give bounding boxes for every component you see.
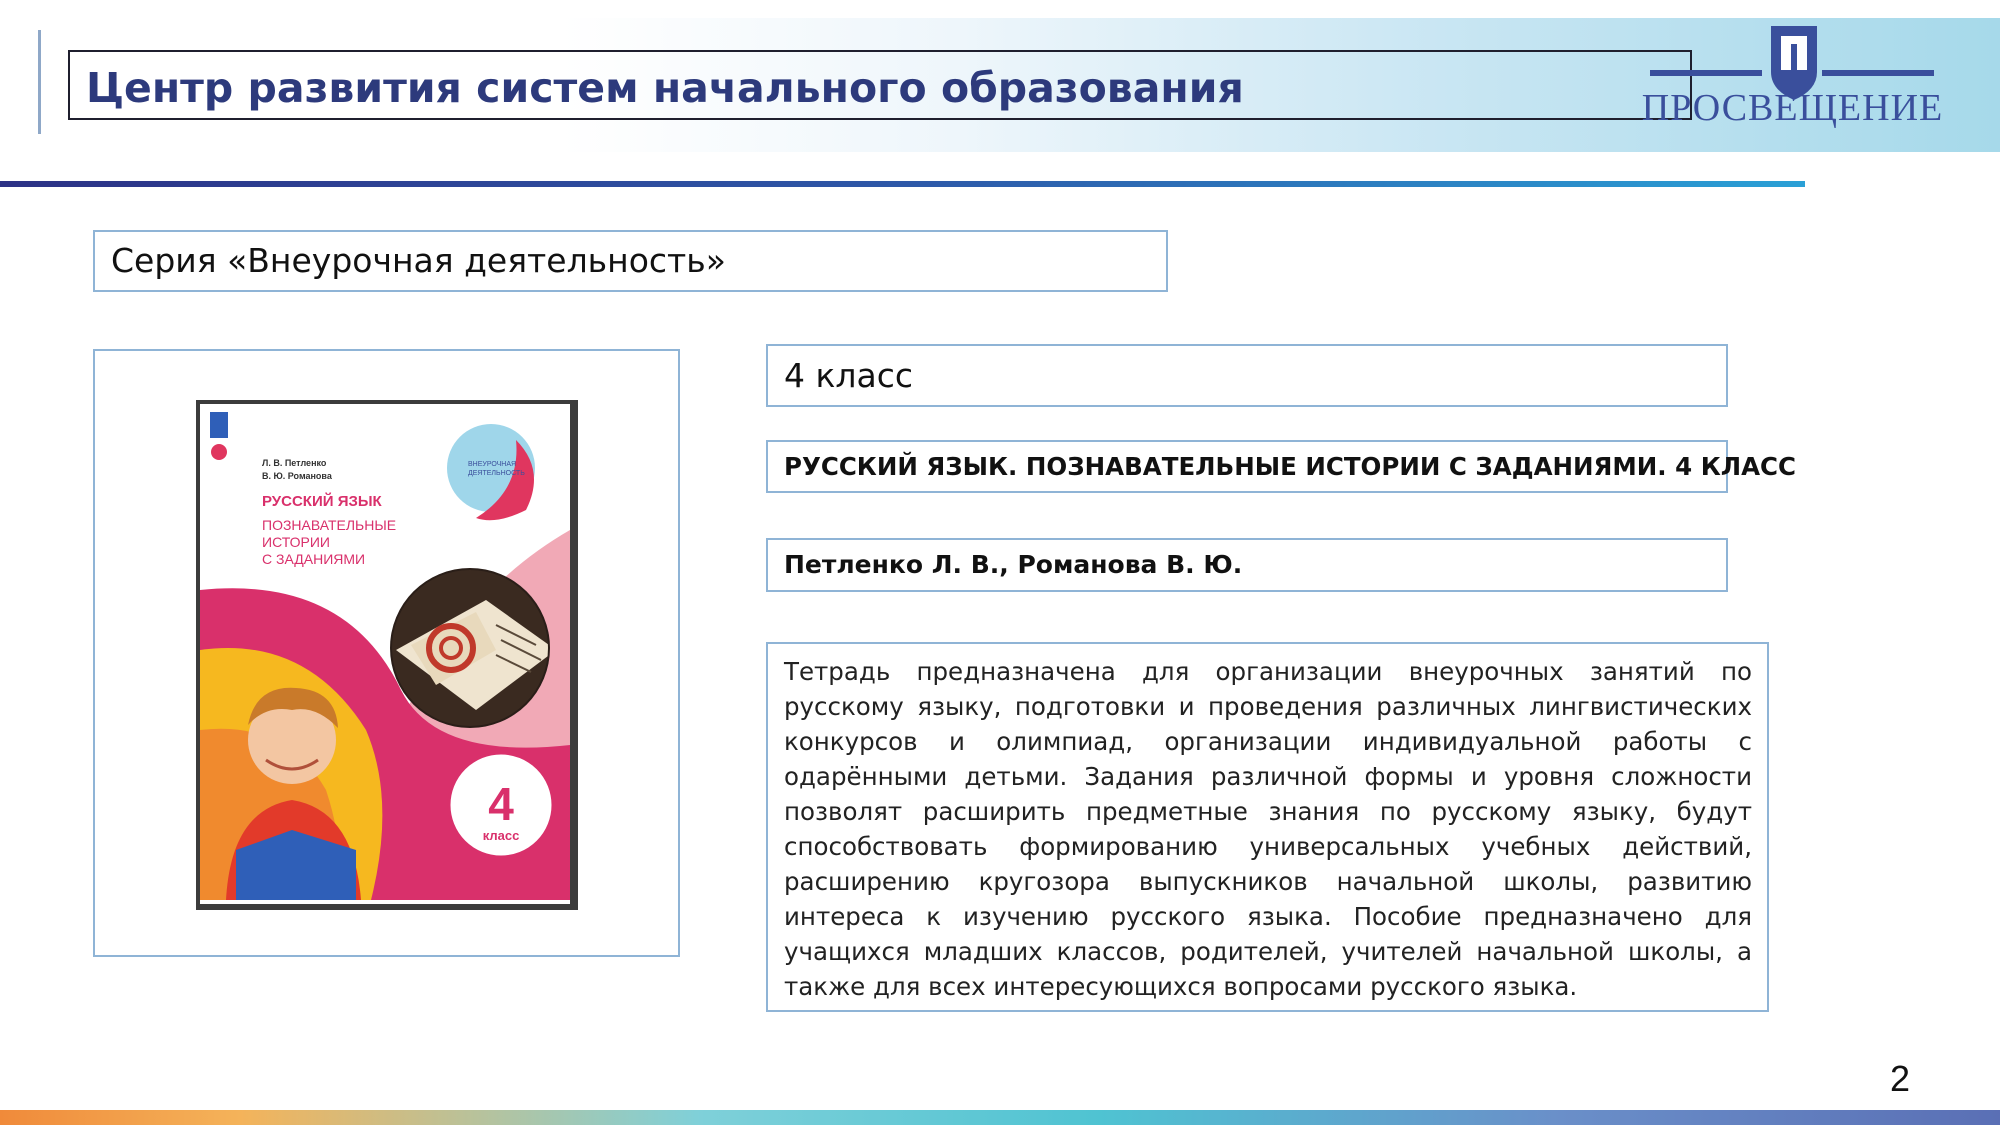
cover-author-2: В. Ю. Романова [262, 471, 333, 481]
grade-label: 4 класс [784, 356, 914, 395]
authors-box: Петленко Л. В., Романова В. Ю. [766, 538, 1728, 592]
cover-author-1: Л. В. Петленко [262, 458, 327, 468]
book-cover-illustration: Л. В. Петленко В. Ю. Романова РУССКИЙ ЯЗ… [200, 404, 570, 904]
cover-badge-1: ВНЕУРОЧНАЯ [468, 461, 516, 468]
header-divider [0, 181, 1805, 187]
cover-badge-2: ДЕЯТЕЛЬНОСТЬ [468, 470, 525, 477]
logo-text: ПРОСВЕЩЕНИЕ [1641, 87, 1944, 129]
series-box: Серия «Внеурочная деятельность» [93, 230, 1168, 292]
cover-subtitle-3: С ЗАДАНИЯМИ [262, 551, 365, 567]
book-authors: Петленко Л. В., Романова В. Ю. [784, 550, 1243, 579]
book-cover: Л. В. Петленко В. Ю. Романова РУССКИЙ ЯЗ… [196, 400, 578, 910]
series-label: Серия «Внеурочная деятельность» [111, 241, 726, 280]
footer-color-bar [0, 1110, 2000, 1125]
cover-grade-number: 4 [488, 778, 514, 830]
left-accent-line [38, 30, 41, 134]
cover-subject: РУССКИЙ ЯЗЫК [262, 492, 383, 510]
cover-grade-word: класс [483, 828, 520, 843]
cover-subtitle-2: ИСТОРИИ [262, 534, 330, 550]
book-description: Тетрадь предназначена для организации вн… [784, 657, 1752, 1001]
book-title-box: РУССКИЙ ЯЗЫК. ПОЗНАВАТЕЛЬНЫЕ ИСТОРИИ С З… [766, 440, 1796, 493]
book-title: РУССКИЙ ЯЗЫК. ПОЗНАВАТЕЛЬНЫЕ ИСТОРИИ С З… [784, 452, 1797, 481]
page-title: Центр развития систем начального образов… [86, 64, 1244, 112]
cover-subtitle-1: ПОЗНАВАТЕЛЬНЫЕ [262, 517, 396, 533]
grade-box: 4 класс [766, 344, 1728, 407]
page-number: 2 [1890, 1058, 1911, 1099]
description-box: Тетрадь предназначена для организации вн… [766, 642, 1769, 1012]
prosveshchenie-logo: ПРОСВЕЩЕНИЕ [1640, 20, 1945, 129]
